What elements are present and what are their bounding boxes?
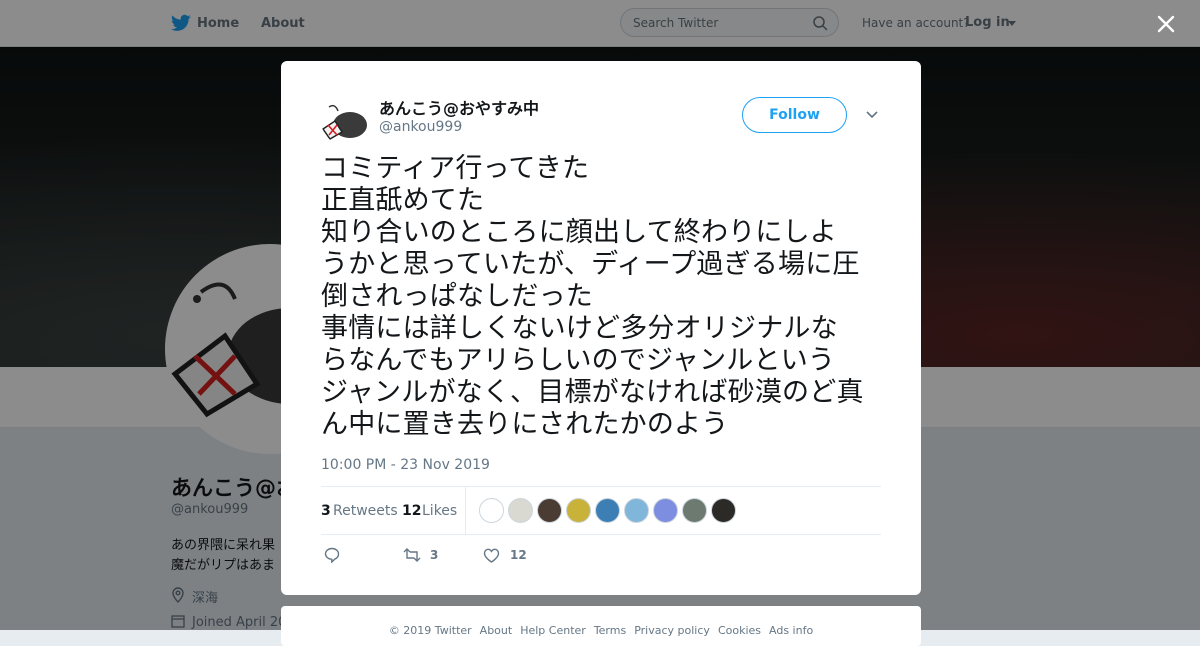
follow-button[interactable]: Follow [742, 97, 847, 133]
liker-avatar[interactable] [479, 498, 504, 523]
reply-icon[interactable] [324, 547, 341, 563]
footer-link[interactable]: Cookies [718, 624, 761, 637]
likes-label[interactable]: Likes [422, 503, 457, 519]
close-icon[interactable] [1156, 14, 1176, 34]
footer-link[interactable]: Privacy policy [634, 624, 710, 637]
footer-link[interactable]: Ads info [769, 624, 813, 637]
tweet-author-avatar[interactable] [321, 97, 369, 145]
liker-avatar[interactable] [595, 498, 620, 523]
footer-link[interactable]: About [480, 624, 513, 637]
footer-links: © 2019 Twitter About Help Center Terms Priva… [281, 624, 921, 637]
liker-avatar[interactable] [624, 498, 649, 523]
retweet-icon[interactable] [403, 548, 421, 562]
liker-avatar[interactable] [711, 498, 736, 523]
tweet-modal: あんこう@おやすみ中 @ankou999 Follow コミティア行ってきた 正… [281, 61, 921, 595]
likes-count[interactable]: 12 [402, 503, 421, 519]
anglerfish-icon [321, 104, 367, 140]
tweet-actions: 3 12 [321, 541, 881, 571]
stats-divider [465, 487, 466, 534]
retweets-count[interactable]: 3 [321, 503, 331, 519]
heart-icon[interactable] [483, 548, 500, 563]
footer-link[interactable]: Terms [594, 624, 626, 637]
retweets-label[interactable]: Retweets [333, 503, 398, 519]
liker-avatar[interactable] [682, 498, 707, 523]
tweet-timestamp[interactable]: 10:00 PM - 23 Nov 2019 [321, 457, 490, 473]
tweet-author-handle[interactable]: @ankou999 [379, 119, 462, 135]
liker-avatar[interactable] [653, 498, 678, 523]
retweet-action-count: 3 [430, 548, 439, 562]
tweet-text: コミティア行ってきた 正直舐めてた 知り合いのところに顔出して終わりにしよ うか… [321, 153, 864, 440]
liker-avatar[interactable] [537, 498, 562, 523]
liker-avatar[interactable] [508, 498, 533, 523]
tweet-author-name[interactable]: あんこう@おやすみ中 [379, 95, 539, 119]
chevron-down-icon[interactable] [866, 111, 878, 119]
footer-link[interactable]: Help Center [520, 624, 586, 637]
footer-link[interactable]: © 2019 Twitter [389, 624, 472, 637]
tweet-stats: 3 Retweets 12 Likes [321, 486, 881, 535]
like-action-count: 12 [510, 548, 527, 562]
liker-avatar[interactable] [566, 498, 591, 523]
footer: © 2019 Twitter About Help Center Terms Priva… [281, 606, 921, 646]
